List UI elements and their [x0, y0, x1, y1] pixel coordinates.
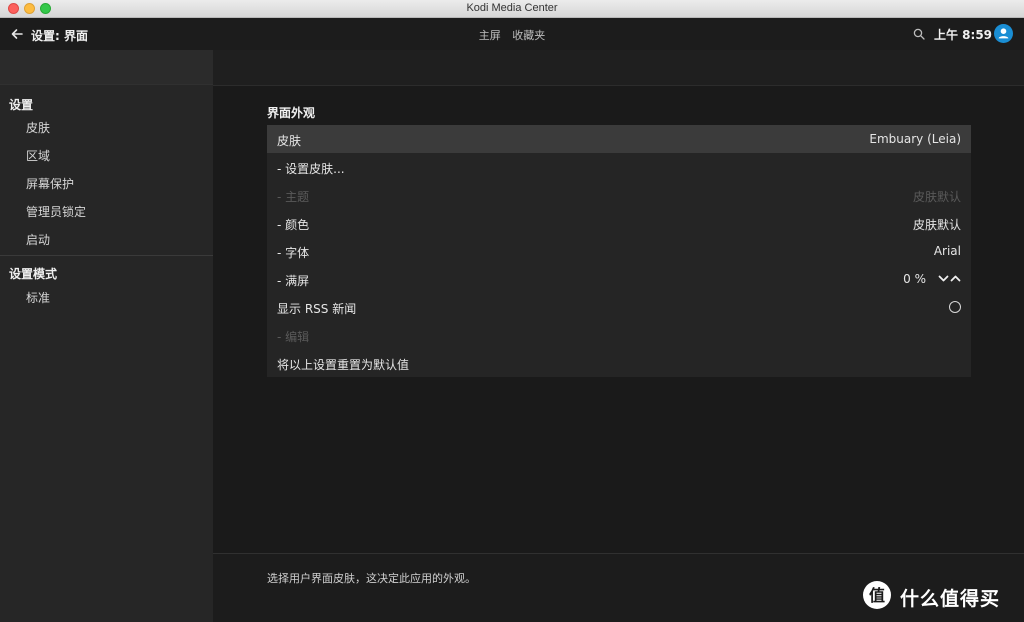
- sidebar-item-regional[interactable]: 区域: [26, 147, 50, 164]
- setting-label: - 满屏: [277, 274, 310, 288]
- sidebar-item-master-lock[interactable]: 管理员锁定: [26, 203, 86, 220]
- setting-row-theme: - 主题 皮肤默认: [267, 181, 971, 209]
- back-arrow-icon[interactable]: [10, 27, 24, 41]
- main-header-strip: [213, 50, 1024, 86]
- nav-favourites-link[interactable]: 收藏夹: [512, 29, 545, 42]
- setting-value: Embuary (Leia): [869, 132, 961, 146]
- setting-label: 将以上设置重置为默认值: [277, 358, 410, 372]
- setting-row-show-rss[interactable]: 显示 RSS 新闻: [267, 293, 971, 321]
- setting-label: - 颜色: [277, 218, 310, 232]
- user-avatar-icon[interactable]: [994, 24, 1013, 43]
- svg-text:值: 值: [869, 586, 885, 605]
- sidebar-item-standard-mode[interactable]: 标准: [26, 289, 50, 306]
- setting-label: 皮肤: [277, 134, 302, 148]
- setting-row-fonts[interactable]: - 字体 Arial: [267, 237, 971, 265]
- search-icon[interactable]: [913, 28, 925, 40]
- sidebar-item-skin[interactable]: 皮肤: [26, 119, 50, 136]
- smzdm-logo: 值: [863, 581, 891, 609]
- setting-value: Arial: [933, 244, 961, 258]
- setting-row-configure-skin[interactable]: - 设置皮肤...: [267, 153, 971, 181]
- zoom-value: 0 %: [903, 272, 926, 286]
- top-nav: 主屏 收藏夹: [0, 27, 1024, 43]
- setting-value: 皮肤默认: [912, 218, 961, 232]
- window-title-bar: Kodi Media Center: [0, 0, 1024, 18]
- setting-label: - 字体: [277, 246, 310, 260]
- settings-panel: 皮肤 Embuary (Leia) - 设置皮肤... - 主题 皮肤默认 - …: [267, 125, 971, 377]
- section-title: 界面外观: [267, 106, 316, 120]
- setting-row-edit: - 编辑: [267, 321, 971, 349]
- sidebar-header: [0, 50, 213, 85]
- settings-main: 界面外观 皮肤 Embuary (Leia) - 设置皮肤... - 主题 皮肤…: [213, 86, 1024, 553]
- setting-description: 选择用户界面皮肤，这决定此应用的外观。: [267, 572, 476, 585]
- setting-value: 皮肤默认: [912, 190, 961, 204]
- sidebar-item-screensaver[interactable]: 屏幕保护: [26, 175, 74, 192]
- sidebar-heading-settings-mode: 设置模式: [9, 267, 58, 281]
- sidebar: 设置 皮肤 区域 屏幕保护 管理员锁定 启动 设置模式 标准: [0, 50, 213, 622]
- window-title: Kodi Media Center: [466, 2, 558, 14]
- chevron-up-icon[interactable]: [950, 273, 961, 284]
- sidebar-heading-settings: 设置: [9, 98, 34, 112]
- breadcrumb: 设置: 界面: [31, 29, 88, 43]
- sidebar-item-startup[interactable]: 启动: [26, 231, 50, 248]
- chevron-down-icon[interactable]: [938, 273, 949, 284]
- sidebar-divider: [0, 255, 213, 256]
- setting-row-skin[interactable]: 皮肤 Embuary (Leia): [267, 125, 971, 153]
- setting-row-reset-defaults[interactable]: 将以上设置重置为默认值: [267, 349, 971, 377]
- nav-home-link[interactable]: 主屏: [479, 29, 501, 42]
- clock: 上午 8:59: [934, 28, 993, 42]
- kodi-top-bar: 设置: 界面 主屏 收藏夹 上午 8:59: [0, 18, 1024, 50]
- setting-row-zoom[interactable]: - 满屏 0 %: [267, 265, 971, 293]
- setting-label: 显示 RSS 新闻: [277, 302, 357, 316]
- setting-label: - 主题: [277, 190, 310, 204]
- setting-label: - 设置皮肤...: [277, 162, 345, 176]
- setting-row-colours[interactable]: - 颜色 皮肤默认: [267, 209, 971, 237]
- radio-toggle-icon[interactable]: [949, 301, 961, 313]
- setting-label: - 编辑: [277, 330, 310, 344]
- watermark-text: 什么值得买: [900, 588, 1001, 610]
